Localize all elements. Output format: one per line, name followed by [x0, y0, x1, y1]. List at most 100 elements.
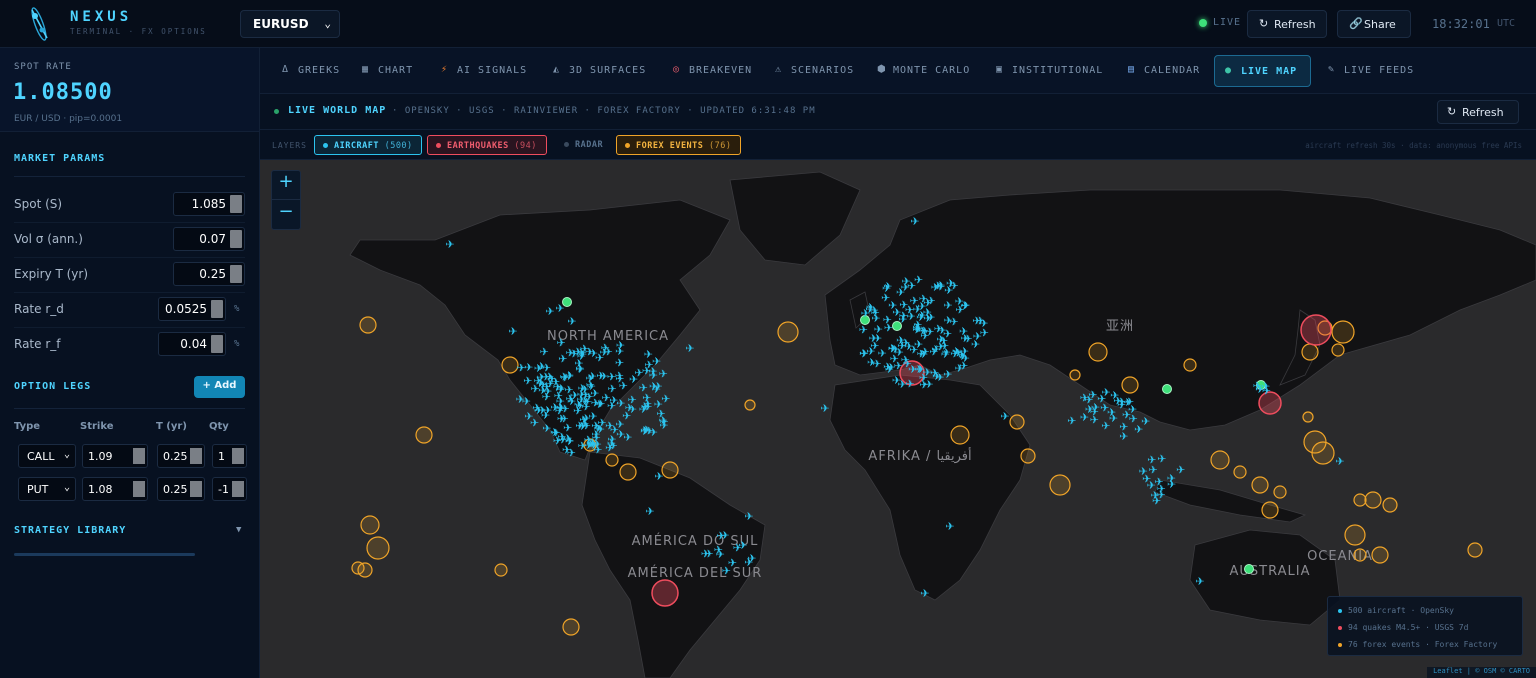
- aircraft-marker[interactable]: ✈: [1107, 406, 1116, 419]
- aircraft-marker[interactable]: ✈: [1157, 453, 1166, 466]
- aircraft-marker[interactable]: ✈: [685, 342, 694, 355]
- station-marker[interactable]: [1162, 384, 1172, 394]
- aircraft-marker[interactable]: ✈: [910, 215, 919, 228]
- aircraft-marker[interactable]: ✈: [1101, 386, 1110, 399]
- forex-event-marker[interactable]: [1273, 485, 1287, 499]
- aircraft-marker[interactable]: ✈: [589, 439, 598, 452]
- aircraft-marker[interactable]: ✈: [971, 338, 980, 351]
- aircraft-marker[interactable]: ✈: [1122, 408, 1131, 421]
- aircraft-marker[interactable]: ✈: [943, 299, 952, 312]
- caret-down-icon[interactable]: ▼: [236, 525, 241, 535]
- aircraft-marker[interactable]: ✈: [882, 282, 891, 295]
- forex-event-marker[interactable]: [1088, 342, 1108, 362]
- spinner-icon[interactable]: [230, 195, 242, 213]
- aircraft-marker[interactable]: ✈: [1148, 464, 1157, 477]
- aircraft-marker[interactable]: ✈: [961, 299, 970, 312]
- aircraft-marker[interactable]: ✈: [619, 380, 628, 393]
- forex-event-marker[interactable]: [1353, 493, 1367, 507]
- forex-event-marker[interactable]: [1009, 414, 1025, 430]
- tab-ai-signals[interactable]: ⚡ AI SIGNALS: [431, 55, 531, 87]
- forex-event-marker[interactable]: [777, 321, 799, 343]
- forex-event-marker[interactable]: [415, 426, 433, 444]
- aircraft-marker[interactable]: ✈: [878, 347, 887, 360]
- aircraft-marker[interactable]: ✈: [716, 530, 725, 543]
- aircraft-marker[interactable]: ✈: [623, 431, 632, 444]
- forex-event-marker[interactable]: [1210, 450, 1230, 470]
- aircraft-marker[interactable]: ✈: [605, 420, 614, 433]
- forex-event-marker[interactable]: [744, 399, 756, 411]
- tab-calendar[interactable]: ▤ CALENDAR: [1118, 55, 1218, 87]
- aircraft-marker[interactable]: ✈: [607, 433, 616, 446]
- aircraft-marker[interactable]: ✈: [920, 587, 929, 600]
- aircraft-marker[interactable]: ✈: [579, 414, 588, 427]
- tab-monte-carlo[interactable]: ⬢ MONTE CARLO: [867, 55, 977, 87]
- aircraft-marker[interactable]: ✈: [1167, 472, 1176, 485]
- tab-breakeven[interactable]: ◎ BREAKEVEN: [663, 55, 763, 87]
- forex-event-marker[interactable]: [359, 316, 377, 334]
- forex-event-marker[interactable]: [360, 515, 380, 535]
- tab-scenarios[interactable]: ⚠ SCENARIOS: [765, 55, 865, 87]
- aircraft-marker[interactable]: ✈: [596, 370, 605, 383]
- aircraft-marker[interactable]: ✈: [870, 304, 879, 317]
- aircraft-marker[interactable]: ✈: [595, 352, 604, 365]
- aircraft-marker[interactable]: ✈: [1176, 463, 1185, 476]
- station-marker[interactable]: [1244, 564, 1254, 574]
- earthquake-marker[interactable]: [1300, 314, 1332, 346]
- aircraft-marker[interactable]: ✈: [934, 322, 943, 335]
- spinner-icon[interactable]: [190, 481, 202, 497]
- aircraft-marker[interactable]: ✈: [567, 315, 576, 328]
- aircraft-marker[interactable]: ✈: [929, 346, 938, 359]
- spinner-icon[interactable]: [232, 481, 244, 497]
- aircraft-marker[interactable]: ✈: [643, 398, 652, 411]
- leg-qty-input[interactable]: -1: [212, 477, 247, 501]
- forex-event-marker[interactable]: [1049, 474, 1071, 496]
- aircraft-marker[interactable]: ✈: [1090, 414, 1099, 427]
- spinner-icon[interactable]: [232, 448, 244, 464]
- vol-input[interactable]: 0.07: [173, 227, 245, 251]
- spinner-icon[interactable]: [211, 300, 223, 318]
- tab-greeks[interactable]: Δ GREEKS: [272, 55, 356, 87]
- forex-event-marker[interactable]: [1331, 320, 1355, 344]
- forex-event-marker[interactable]: [351, 561, 365, 575]
- aircraft-marker[interactable]: ✈: [1067, 415, 1076, 428]
- aircraft-marker[interactable]: ✈: [516, 362, 525, 375]
- forex-event-marker[interactable]: [1121, 376, 1139, 394]
- forex-event-marker[interactable]: [1183, 358, 1197, 372]
- aircraft-marker[interactable]: ✈: [859, 348, 868, 361]
- forex-event-marker[interactable]: [1020, 448, 1036, 464]
- tab-institutional[interactable]: ▣ INSTITUTIONAL: [986, 55, 1116, 87]
- aircraft-marker[interactable]: ✈: [1000, 410, 1009, 423]
- aircraft-marker[interactable]: ✈: [553, 435, 562, 448]
- forex-event-marker[interactable]: [1331, 343, 1345, 357]
- aircraft-marker[interactable]: ✈: [820, 402, 829, 415]
- aircraft-marker[interactable]: ✈: [652, 355, 661, 368]
- aircraft-marker[interactable]: ✈: [1147, 479, 1156, 492]
- zoom-out-button[interactable]: −: [272, 201, 300, 230]
- forex-event-marker[interactable]: [1233, 465, 1247, 479]
- aircraft-marker[interactable]: ✈: [883, 314, 892, 327]
- aircraft-marker[interactable]: ✈: [445, 238, 454, 251]
- forex-event-marker[interactable]: [605, 453, 619, 467]
- tab-chart[interactable]: ▦ CHART: [352, 55, 424, 87]
- aircraft-marker[interactable]: ✈: [1117, 396, 1126, 409]
- tab-live-map[interactable]: ● LIVE MAP: [1214, 55, 1311, 87]
- aircraft-marker[interactable]: ✈: [738, 539, 747, 552]
- aircraft-marker[interactable]: ✈: [949, 316, 958, 329]
- forex-event-marker[interactable]: [1261, 501, 1279, 519]
- currency-pair-select[interactable]: EURUSD ⌄: [240, 10, 340, 38]
- forex-event-marker[interactable]: [1301, 343, 1319, 361]
- aircraft-marker[interactable]: ✈: [945, 520, 954, 533]
- aircraft-marker[interactable]: ✈: [578, 348, 587, 361]
- forex-event-marker[interactable]: [1069, 369, 1081, 381]
- layer-toggle-aircraft[interactable]: AIRCRAFT (500): [314, 135, 422, 155]
- aircraft-marker[interactable]: ✈: [659, 367, 668, 380]
- spinner-icon[interactable]: [133, 448, 145, 464]
- aircraft-marker[interactable]: ✈: [896, 334, 905, 347]
- aircraft-marker[interactable]: ✈: [615, 345, 624, 358]
- aircraft-marker[interactable]: ✈: [530, 383, 539, 396]
- leg-strike-input[interactable]: 1.08: [82, 477, 148, 501]
- forex-event-marker[interactable]: [950, 425, 970, 445]
- aircraft-marker[interactable]: ✈: [701, 548, 710, 561]
- aircraft-marker[interactable]: ✈: [557, 382, 566, 395]
- tab-live-feeds[interactable]: ✎ LIVE FEEDS: [1318, 55, 1418, 87]
